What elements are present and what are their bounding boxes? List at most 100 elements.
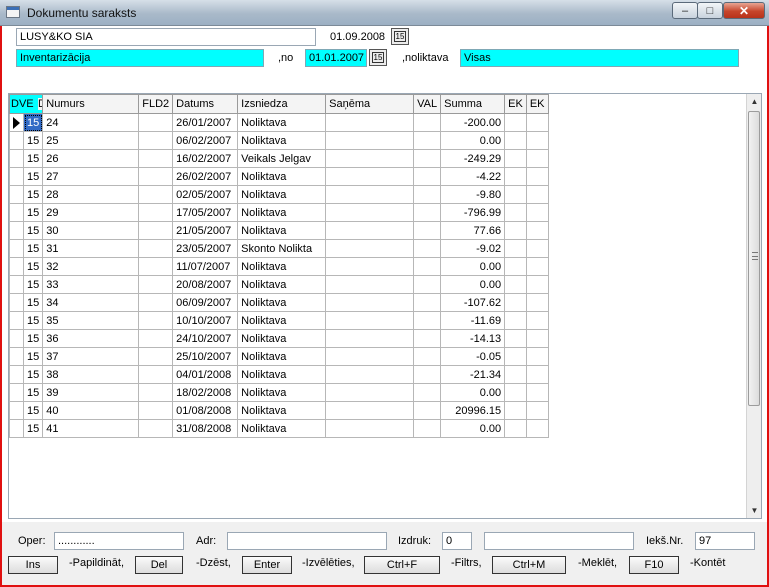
cell-datums[interactable]: 23/05/2007: [172, 239, 239, 258]
cell-fld2[interactable]: [138, 347, 174, 366]
cell-val[interactable]: [413, 221, 442, 240]
cell-datums[interactable]: 26/02/2007: [172, 167, 239, 186]
cell-ek2[interactable]: [525, 203, 549, 222]
scroll-down-icon[interactable]: ▼: [747, 503, 761, 518]
cell-ek1[interactable]: [504, 257, 527, 276]
cell-summa[interactable]: -249.29: [440, 149, 506, 168]
row-indicator[interactable]: [9, 347, 24, 366]
ins-button[interactable]: Ins: [8, 556, 58, 574]
row-indicator[interactable]: [9, 185, 24, 204]
cell-ek1[interactable]: [504, 329, 527, 348]
enter-button[interactable]: Enter: [242, 556, 292, 574]
col-header-fld2[interactable]: FLD2: [138, 94, 174, 114]
cell-sanema[interactable]: [325, 419, 415, 438]
cell-d0[interactable]: 15: [22, 221, 44, 240]
cell-numurs[interactable]: 33: [42, 275, 140, 294]
row-indicator[interactable]: [9, 293, 24, 312]
cell-fld2[interactable]: [138, 401, 174, 420]
cell-ek2[interactable]: [525, 311, 549, 330]
cell-datums[interactable]: 24/10/2007: [172, 329, 239, 348]
cell-datums[interactable]: 11/07/2007: [172, 257, 239, 276]
cell-fld2[interactable]: [138, 113, 174, 132]
table-row[interactable]: 15 24 26/01/2007 Noliktava -200.00: [9, 113, 549, 132]
cell-summa[interactable]: -0.05: [440, 347, 506, 366]
cell-val[interactable]: [413, 185, 442, 204]
cell-numurs[interactable]: 25: [42, 131, 140, 150]
adr-field[interactable]: [227, 532, 387, 550]
oper-field[interactable]: ............: [54, 532, 184, 550]
company-field[interactable]: LUSY&KO SIA: [16, 28, 316, 46]
cell-val[interactable]: [413, 329, 442, 348]
cell-datums[interactable]: 06/02/2007: [172, 131, 239, 150]
cell-fld2[interactable]: [138, 311, 174, 330]
cell-sanema[interactable]: [325, 149, 415, 168]
cell-ek2[interactable]: [525, 293, 549, 312]
documents-grid[interactable]: DVE D0 Numurs FLD2 Datums Izsniedza Saņēm…: [8, 93, 762, 519]
scroll-thumb[interactable]: [748, 111, 760, 406]
table-row[interactable]: 15 39 18/02/2008 Noliktava 0.00: [9, 383, 549, 402]
col-header-ek2[interactable]: EK: [525, 94, 549, 114]
cell-ek1[interactable]: [504, 347, 527, 366]
cell-ek1[interactable]: [504, 185, 527, 204]
row-indicator[interactable]: [9, 167, 24, 186]
cell-sanema[interactable]: [325, 293, 415, 312]
row-indicator[interactable]: [9, 401, 24, 420]
table-row[interactable]: 15 40 01/08/2008 Noliktava 20996.15: [9, 401, 549, 420]
cell-ek1[interactable]: [504, 167, 527, 186]
table-row[interactable]: 15 35 10/10/2007 Noliktava -11.69: [9, 311, 549, 330]
cell-summa[interactable]: -21.34: [440, 365, 506, 384]
cell-izsniedza[interactable]: Noliktava: [237, 419, 327, 438]
col-header-ek1[interactable]: EK: [504, 94, 527, 114]
cell-ek2[interactable]: [525, 185, 549, 204]
table-row[interactable]: 15 30 21/05/2007 Noliktava 77.66: [9, 221, 549, 240]
cell-izsniedza[interactable]: Noliktava: [237, 257, 327, 276]
cell-datums[interactable]: 02/05/2007: [172, 185, 239, 204]
cell-numurs[interactable]: 36: [42, 329, 140, 348]
cell-sanema[interactable]: [325, 203, 415, 222]
table-row[interactable]: 15 38 04/01/2008 Noliktava -21.34: [9, 365, 549, 384]
cell-val[interactable]: [413, 275, 442, 294]
cell-datums[interactable]: 20/08/2007: [172, 275, 239, 294]
table-row[interactable]: 15 37 25/10/2007 Noliktava -0.05: [9, 347, 549, 366]
cell-ek1[interactable]: [504, 401, 527, 420]
cell-ek1[interactable]: [504, 419, 527, 438]
cell-sanema[interactable]: [325, 383, 415, 402]
table-row[interactable]: 15 34 06/09/2007 Noliktava -107.62: [9, 293, 549, 312]
cell-val[interactable]: [413, 257, 442, 276]
cell-d0[interactable]: 15: [22, 257, 44, 276]
cell-numurs[interactable]: 35: [42, 311, 140, 330]
cell-summa[interactable]: -4.22: [440, 167, 506, 186]
row-indicator[interactable]: [9, 365, 24, 384]
cell-d0[interactable]: 15: [22, 113, 44, 132]
cell-izsniedza[interactable]: Noliktava: [237, 311, 327, 330]
current-date-field[interactable]: 01.09.2008: [326, 28, 388, 46]
cell-numurs[interactable]: 40: [42, 401, 140, 420]
cell-fld2[interactable]: [138, 203, 174, 222]
cell-numurs[interactable]: 41: [42, 419, 140, 438]
cell-datums[interactable]: 06/09/2007: [172, 293, 239, 312]
title-bar[interactable]: Dokumentu saraksts – □ ✕: [0, 0, 769, 26]
cell-izsniedza[interactable]: Noliktava: [237, 383, 327, 402]
cell-ek2[interactable]: [525, 347, 549, 366]
from-date-field[interactable]: 01.01.2007: [305, 49, 367, 67]
cell-izsniedza[interactable]: Noliktava: [237, 221, 327, 240]
cell-sanema[interactable]: [325, 347, 415, 366]
cell-d0[interactable]: 15: [22, 149, 44, 168]
close-button[interactable]: ✕: [723, 2, 765, 19]
cell-izsniedza[interactable]: Noliktava: [237, 275, 327, 294]
cell-datums[interactable]: 25/10/2007: [172, 347, 239, 366]
cell-sanema[interactable]: [325, 185, 415, 204]
cell-numurs[interactable]: 27: [42, 167, 140, 186]
cell-ek2[interactable]: [525, 149, 549, 168]
cell-summa[interactable]: -9.02: [440, 239, 506, 258]
cell-numurs[interactable]: 32: [42, 257, 140, 276]
row-indicator[interactable]: [9, 149, 24, 168]
cell-summa[interactable]: -200.00: [440, 113, 506, 132]
ctrl-f-button[interactable]: Ctrl+F: [364, 556, 440, 574]
table-row[interactable]: 15 29 17/05/2007 Noliktava -796.99: [9, 203, 549, 222]
cell-datums[interactable]: 16/02/2007: [172, 149, 239, 168]
calendar-icon[interactable]: 15: [391, 28, 409, 45]
cell-fld2[interactable]: [138, 257, 174, 276]
row-indicator[interactable]: [9, 419, 24, 438]
table-row[interactable]: 15 27 26/02/2007 Noliktava -4.22: [9, 167, 549, 186]
